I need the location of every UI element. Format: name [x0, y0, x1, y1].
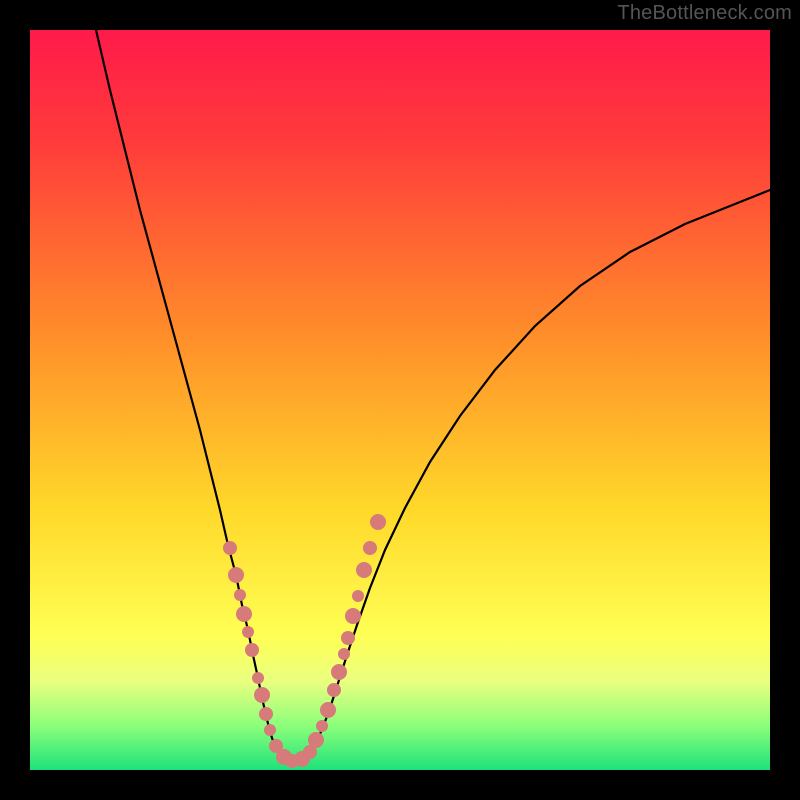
chart-frame: TheBottleneck.com — [0, 0, 800, 800]
data-point — [264, 724, 276, 736]
data-point — [341, 631, 355, 645]
data-point — [254, 687, 270, 703]
watermark-text: TheBottleneck.com — [617, 2, 792, 25]
data-point — [320, 702, 336, 718]
data-point — [223, 541, 237, 555]
data-point — [259, 707, 273, 721]
curve-layer — [30, 30, 770, 770]
data-point — [327, 683, 341, 697]
data-point — [352, 590, 364, 602]
data-point — [338, 648, 350, 660]
data-point — [236, 606, 252, 622]
curve-left-branch — [96, 30, 295, 761]
data-point — [245, 643, 259, 657]
data-point — [331, 664, 347, 680]
data-point — [370, 514, 386, 530]
data-point — [242, 626, 254, 638]
plot-area — [30, 30, 770, 770]
data-point — [252, 672, 264, 684]
data-point — [308, 732, 324, 748]
data-point — [316, 720, 328, 732]
data-point — [234, 589, 246, 601]
data-point — [363, 541, 377, 555]
curve-right-branch — [295, 190, 770, 761]
data-point — [228, 567, 244, 583]
data-point — [356, 562, 372, 578]
data-point — [345, 608, 361, 624]
